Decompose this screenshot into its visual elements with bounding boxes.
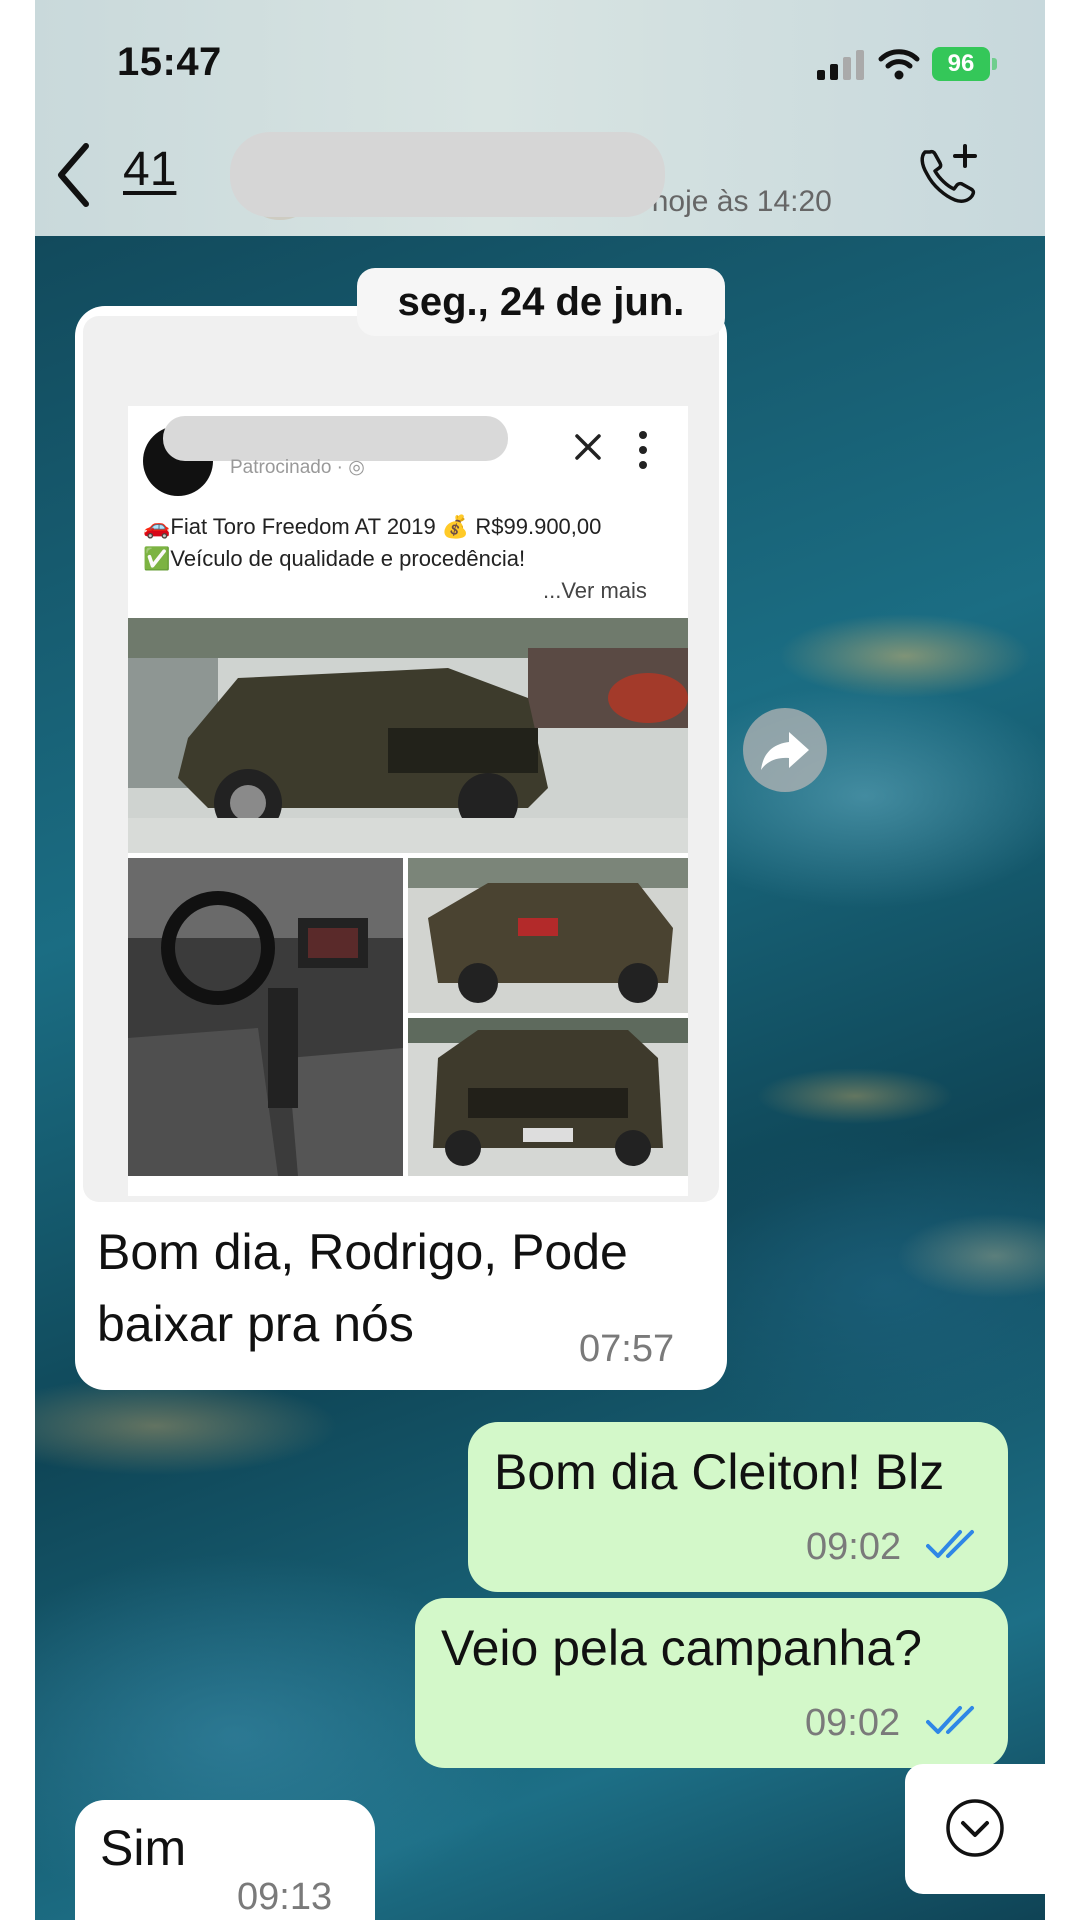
redaction-mask: [163, 416, 508, 461]
ad-card: Patrocinado · ◎ 🚗Fiat Toro Freedom AT 20…: [128, 406, 688, 1196]
message-text: Bom dia Cleiton! Blz: [494, 1444, 945, 1500]
message-bubble-outgoing[interactable]: Veio pela campanha? 09:02: [415, 1598, 1008, 1768]
message-time: 09:02: [805, 1702, 901, 1744]
car-photo-rear: [408, 858, 688, 1013]
back-unread-count[interactable]: 41: [123, 142, 176, 197]
ad-screenshot-image[interactable]: Patrocinado · ◎ 🚗Fiat Toro Freedom AT 20…: [83, 316, 719, 1202]
read-receipt-icon: [926, 1530, 974, 1558]
add-call-icon[interactable]: [915, 142, 983, 206]
ad-see-more: ...Ver mais: [543, 578, 647, 603]
car-photo-interior: [128, 858, 403, 1176]
date-separator: seg., 24 de jun.: [357, 268, 725, 336]
ad-text-line: 🚗Fiat Toro Freedom AT 2019 💰 R$99.900,00: [143, 514, 602, 539]
read-receipt-icon: [926, 1706, 974, 1734]
cellular-signal-icon: [817, 50, 864, 80]
ad-text-line: ✅Veículo de qualidade e procedência!: [143, 546, 526, 571]
message-time: 07:57: [579, 1328, 675, 1370]
forward-button[interactable]: [743, 708, 827, 792]
more-vertical-icon: [639, 431, 647, 469]
message-text: Sim: [100, 1820, 187, 1876]
message-text: Veio pela campanha?: [441, 1620, 922, 1676]
redaction-mask: [230, 132, 665, 217]
scroll-to-bottom-button[interactable]: [905, 1764, 1045, 1894]
message-time: 09:13: [237, 1876, 333, 1918]
chat-header: 15:47 96 41 uto no hoje às 14:20: [35, 0, 1045, 236]
message-time: 09:02: [806, 1526, 902, 1568]
status-time: 15:47: [117, 40, 222, 84]
car-photo-main: [128, 618, 688, 853]
battery-icon: 96: [932, 47, 998, 81]
chat-screen: 15:47 96 41 uto no hoje às 14:20: [35, 0, 1045, 1920]
message-bubble-incoming[interactable]: Patrocinado · ◎ 🚗Fiat Toro Freedom AT 20…: [75, 306, 727, 1390]
message-bubble-outgoing[interactable]: Bom dia Cleiton! Blz 09:02: [468, 1422, 1008, 1592]
close-icon: [575, 434, 601, 460]
wifi-icon: [878, 49, 920, 80]
chevron-down-circle-icon: [946, 1799, 1004, 1857]
message-bubble-incoming[interactable]: Sim 09:13: [75, 1800, 375, 1920]
battery-level: 96: [947, 50, 975, 77]
ad-sponsored-label: Patrocinado · ◎: [230, 457, 365, 478]
chevron-left-icon[interactable]: [53, 140, 93, 210]
forward-icon: [761, 732, 809, 770]
car-photo-front: [408, 1018, 688, 1176]
